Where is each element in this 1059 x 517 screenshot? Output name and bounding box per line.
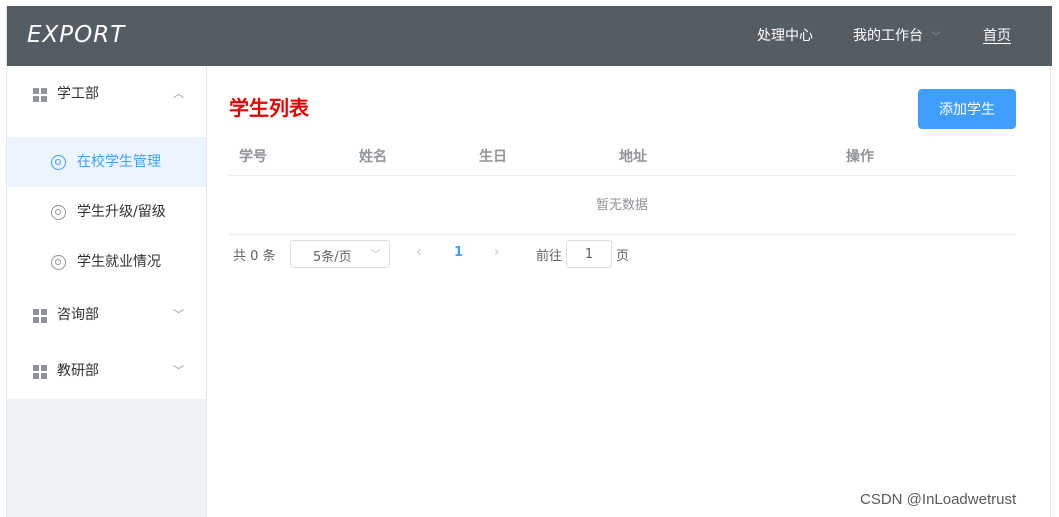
grid-icon xyxy=(33,88,47,102)
sidebar-item-label: 学生就业情况 xyxy=(77,254,161,270)
pagination: 共 0 条 5条/页 ﹀ ‹ 1 › 前往 页 xyxy=(228,240,828,268)
chevron-down-icon: ﹀ xyxy=(173,308,184,321)
column-header-birthday: 生日 xyxy=(479,149,507,165)
page-size-select[interactable]: 5条/页 ﹀ xyxy=(290,240,390,268)
chevron-down-icon: ﹀ xyxy=(173,364,184,377)
top-nav-bar: EXPORT 处理中心 我的工作台 ﹀ 首页 xyxy=(7,6,1052,66)
empty-state-text: 暂无数据 xyxy=(228,176,1016,235)
sidebar-item-promotion-retention[interactable]: 学生升级/留级 xyxy=(7,187,206,237)
student-table: 学号 姓名 生日 地址 操作 暂无数据 xyxy=(228,130,1016,235)
lifebuoy-icon xyxy=(51,205,66,220)
page-suffix-label: 页 xyxy=(616,249,630,264)
page-jump-input[interactable] xyxy=(566,240,612,268)
pagination-total: 共 0 条 xyxy=(233,249,276,264)
watermark: CSDN @InLoadwetrust xyxy=(860,491,1017,508)
sidebar-item-label: 在校学生管理 xyxy=(77,154,161,170)
grid-icon xyxy=(33,309,47,323)
nav-home[interactable]: 首页 xyxy=(983,6,1011,66)
chevron-down-icon: ﹀ xyxy=(370,248,381,261)
sidebar-item-student-management[interactable]: 在校学生管理 xyxy=(7,137,206,187)
page-title: 学生列表 xyxy=(229,96,309,120)
sidebar-menu: 学工部 ︿ 在校学生管理 学生升级/留级 学生就业情况 咨询部 ﹀ 教研部 ﹀ xyxy=(7,66,206,399)
submenu-consulting[interactable]: 咨询部 ﹀ xyxy=(7,287,206,343)
logo: EXPORT xyxy=(27,22,126,48)
column-header-actions: 操作 xyxy=(846,149,874,165)
page-number-current[interactable]: 1 xyxy=(454,245,463,260)
nav-my-workbench-label: 我的工作台 xyxy=(853,28,923,44)
submenu-research[interactable]: 教研部 ﹀ xyxy=(7,343,206,399)
chevron-up-icon: ︿ xyxy=(173,87,184,100)
grid-icon xyxy=(33,365,47,379)
chevron-down-icon: ﹀ xyxy=(931,32,941,43)
goto-label: 前往 xyxy=(536,249,563,264)
submenu-label: 咨询部 xyxy=(57,307,99,323)
sidebar-item-employment[interactable]: 学生就业情况 xyxy=(7,237,206,287)
nav-my-workbench[interactable]: 我的工作台 ﹀ xyxy=(853,6,941,66)
submenu-label: 学工部 xyxy=(57,86,99,102)
table-header: 学号 姓名 生日 地址 操作 xyxy=(228,130,1016,176)
column-header-name: 姓名 xyxy=(359,149,387,165)
sidebar-item-label: 学生升级/留级 xyxy=(77,204,166,220)
lifebuoy-icon xyxy=(51,255,66,270)
submenu-label: 教研部 xyxy=(57,363,99,379)
menu-spacer xyxy=(7,122,206,137)
add-student-button[interactable]: 添加学生 xyxy=(918,89,1016,129)
submenu-student-affairs[interactable]: 学工部 ︿ xyxy=(7,66,206,122)
sidebar: 学工部 ︿ 在校学生管理 学生升级/留级 学生就业情况 咨询部 ﹀ 教研部 ﹀ xyxy=(7,66,207,517)
prev-page-icon[interactable]: ‹ xyxy=(416,244,422,260)
column-header-student-id: 学号 xyxy=(239,149,267,165)
page-size-value: 5条/页 xyxy=(313,250,352,265)
nav-processing-center[interactable]: 处理中心 xyxy=(757,6,813,66)
next-page-icon[interactable]: › xyxy=(494,244,500,260)
column-header-address: 地址 xyxy=(619,149,647,165)
lifebuoy-icon xyxy=(51,155,66,170)
